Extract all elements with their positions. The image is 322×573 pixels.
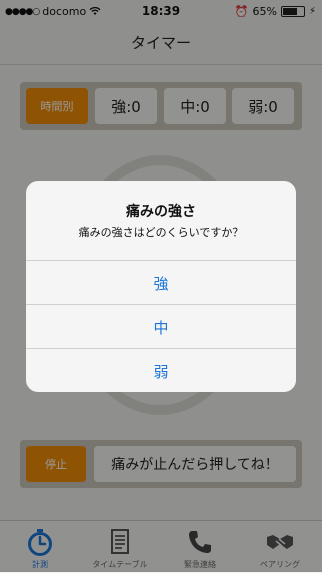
alert-title: 痛みの強さ: [126, 204, 196, 220]
option-weak-button[interactable]: 弱: [26, 348, 296, 392]
option-medium-button[interactable]: 中: [26, 304, 296, 349]
option-strong-button[interactable]: 強: [26, 260, 296, 305]
pain-intensity-alert: 痛みの強さ 痛みの強さはどのくらいですか？ 強 中 弱: [26, 181, 296, 392]
alert-message: 痛みの強さはどのくらいですか？: [78, 226, 244, 239]
